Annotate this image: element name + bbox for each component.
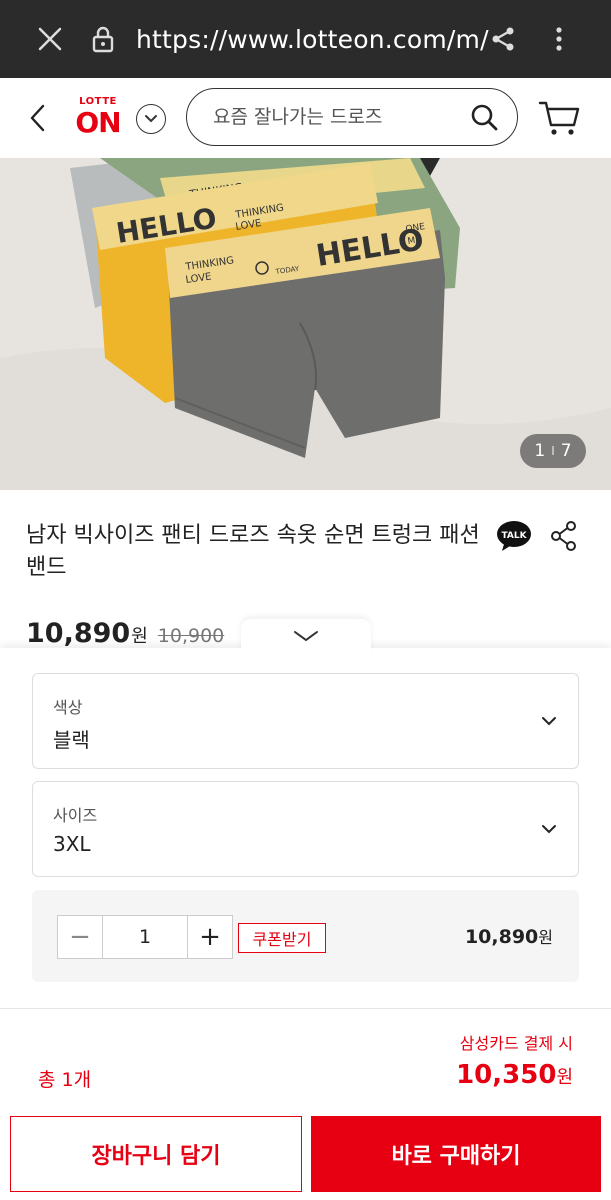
- quantity-increase-button[interactable]: +: [188, 916, 232, 957]
- total-count: 총 1개: [38, 1069, 92, 1091]
- sale-price-unit: 원: [131, 626, 148, 647]
- product-share-button[interactable]: [549, 520, 579, 552]
- quantity-decrease-button[interactable]: −: [58, 916, 102, 957]
- search-box[interactable]: [186, 88, 518, 146]
- back-button[interactable]: [20, 98, 56, 138]
- size-select-label: 사이즈: [53, 806, 98, 825]
- original-price: 10,900: [157, 625, 225, 647]
- option-line-price-unit: 원: [538, 928, 553, 947]
- option-line-price-value: 10,890: [464, 926, 539, 948]
- search-icon[interactable]: [469, 102, 499, 132]
- selected-option-panel: − 1 + 쿠폰받기 10,890원: [32, 890, 579, 982]
- talk-label: TALK: [501, 531, 527, 541]
- size-select[interactable]: 사이즈 3XL: [32, 781, 579, 877]
- me-text: ME: [407, 235, 422, 247]
- image-counter-separator: I: [551, 444, 555, 458]
- buy-now-button[interactable]: 바로 구매하기: [311, 1116, 601, 1192]
- sale-price: 10,890: [26, 618, 131, 649]
- total-price-value: 10,350: [456, 1060, 557, 1090]
- app-header: LOTTE ON: [0, 78, 611, 158]
- talk-bubble-icon: TALK: [497, 521, 531, 551]
- product-title: 남자 빅사이즈 팬티 드로즈 속옷 순면 트렁크 패션 밴드: [26, 523, 480, 580]
- size-select-value: 3XL: [53, 832, 91, 856]
- card-promo-text: 삼성카드 결제 시: [459, 1034, 573, 1053]
- share-icon[interactable]: [486, 22, 520, 56]
- address-bar-url[interactable]: https://www.lotteon.com/m/: [136, 22, 489, 58]
- chevron-down-icon: [294, 631, 318, 642]
- quantity-stepper: − 1 +: [57, 915, 233, 959]
- product-image-gallery[interactable]: THINKING HELLO THINKING LOVE THINKING LO…: [0, 158, 611, 490]
- browser-toolbar: https://www.lotteon.com/m/: [0, 0, 611, 78]
- more-vertical-icon[interactable]: [542, 22, 576, 56]
- close-icon[interactable]: [33, 22, 67, 56]
- coupon-button[interactable]: 쿠폰받기: [238, 923, 326, 953]
- service-menu-button[interactable]: [136, 104, 166, 134]
- chevron-down-icon: [542, 825, 556, 834]
- chevron-down-icon: [542, 717, 556, 726]
- logo-main-text: ON: [75, 106, 121, 139]
- add-to-cart-button[interactable]: 장바구니 담기: [10, 1116, 302, 1192]
- search-input[interactable]: [213, 89, 463, 144]
- color-select[interactable]: 색상 블랙: [32, 673, 579, 769]
- image-counter-total: 7: [560, 441, 572, 461]
- product-photo: THINKING HELLO THINKING LOVE THINKING LO…: [0, 158, 611, 490]
- option-line-price: 10,890원: [465, 924, 553, 948]
- image-counter: 1 I 7: [520, 434, 586, 468]
- summary-divider: [0, 1008, 611, 1009]
- talk-button[interactable]: TALK: [496, 520, 532, 552]
- lock-icon[interactable]: [86, 22, 120, 56]
- chevron-down-icon: [145, 115, 157, 123]
- sheet-collapse-handle[interactable]: [241, 619, 371, 653]
- chevron-left-icon: [30, 104, 45, 132]
- lotte-on-logo[interactable]: LOTTE ON: [70, 94, 126, 142]
- cart-icon[interactable]: [538, 98, 582, 138]
- total-price-unit: 원: [556, 1067, 573, 1088]
- total-price: 10,350원: [456, 1060, 573, 1090]
- color-select-value: 블랙: [53, 728, 90, 752]
- color-select-label: 색상: [53, 698, 83, 717]
- share-icon: [551, 521, 576, 551]
- image-counter-current: 1: [534, 441, 546, 461]
- price-row: 10,890원 10,900: [26, 618, 224, 650]
- quantity-value[interactable]: 1: [102, 916, 188, 958]
